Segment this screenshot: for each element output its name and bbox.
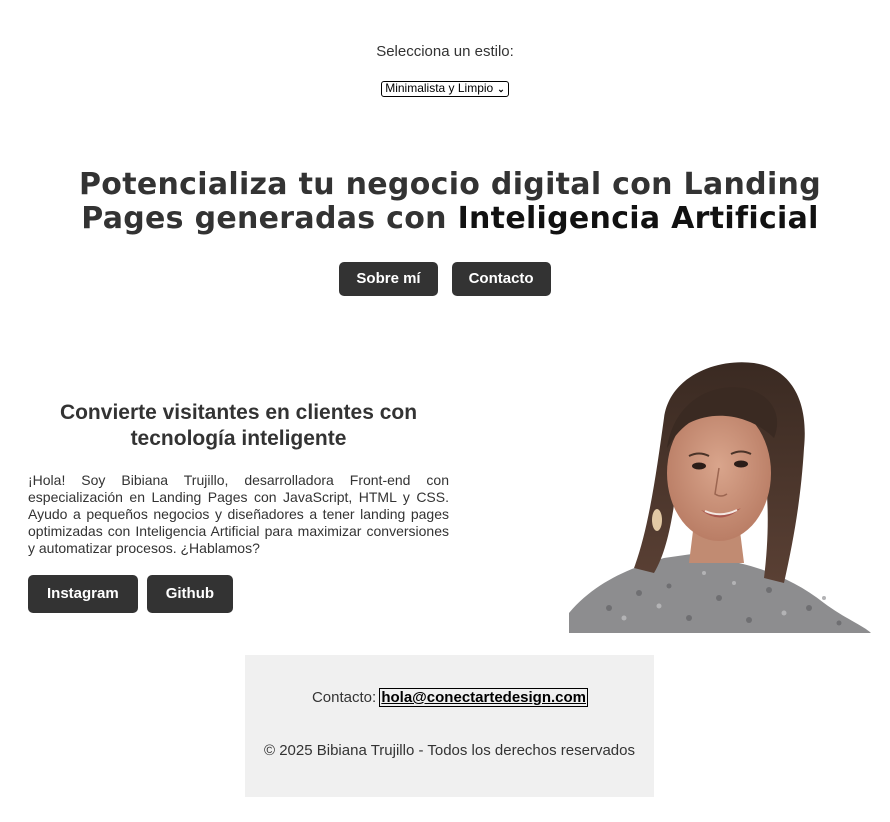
hero-title-accent: Inteligencia Artificial xyxy=(457,201,819,236)
chevron-down-icon: ⌄ xyxy=(497,84,505,94)
instagram-button[interactable]: Instagram xyxy=(28,575,138,613)
footer-contact: Contacto: hola@conectartedesign.com xyxy=(245,688,654,707)
style-select-value: Minimalista y Limpio xyxy=(385,81,494,95)
style-selector: Selecciona un estilo: Minimalista y Limp… xyxy=(0,43,890,97)
about-button[interactable]: Sobre mí xyxy=(339,262,438,296)
github-button[interactable]: Github xyxy=(146,575,234,613)
contact-button[interactable]: Contacto xyxy=(451,262,551,296)
about-text: ¡Hola! Soy Bibiana Trujillo, desarrollad… xyxy=(28,472,449,556)
footer-copyright: © 2025 Bibiana Trujillo - Todos los dere… xyxy=(264,742,635,759)
hero-title: Potencializa tu negocio digital con Land… xyxy=(40,168,860,236)
social-buttons: Instagram Github xyxy=(28,575,234,613)
style-select[interactable]: Minimalista y Limpio ⌄ xyxy=(381,81,509,97)
about-heading: Convierte visitantes en clientes con tec… xyxy=(59,401,418,450)
style-selector-label: Selecciona un estilo: xyxy=(376,43,514,60)
hero-buttons: Sobre mí Contacto xyxy=(0,262,890,296)
profile-photo xyxy=(569,358,871,633)
footer-email-link[interactable]: hola@conectartedesign.com xyxy=(379,688,589,707)
footer-contact-label: Contacto: xyxy=(311,689,381,706)
footer: Contacto: hola@conectartedesign.com © 20… xyxy=(245,655,654,797)
